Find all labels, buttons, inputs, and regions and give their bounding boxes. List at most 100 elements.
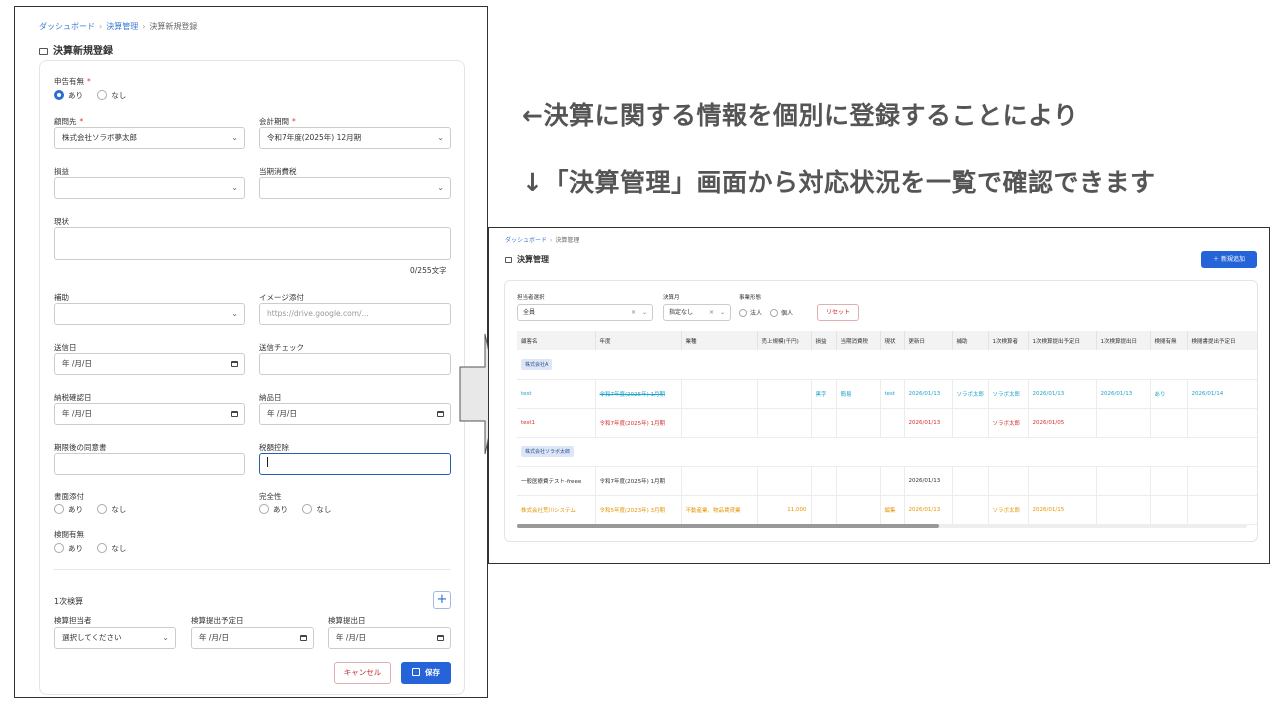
radio-empty-icon[interactable]	[97, 504, 108, 514]
save-button[interactable]: 保存	[401, 662, 451, 684]
shinkoku-option-no[interactable]: なし	[97, 90, 126, 100]
table-row[interactable]: test 令和7年度(2025年) 1月期 黒字 簡易 test 2026/01/13 ソラ…	[517, 379, 1257, 409]
soshin-check-label: 送信チェック	[259, 343, 304, 352]
nozei-date-input[interactable]: 年 /月/日	[54, 403, 245, 425]
soshin-check-input[interactable]	[259, 353, 451, 375]
cancel-button[interactable]: キャンセル	[334, 662, 391, 684]
kenetsu-option-no[interactable]: なし	[97, 543, 126, 553]
column-header[interactable]: 売上規模(千円)	[757, 331, 812, 350]
radio-empty-icon[interactable]	[97, 90, 108, 100]
soshin-date-input[interactable]: 年 /月/日	[54, 353, 245, 375]
caption-line-2: ↓「決算管理」画面から対応状況を一覧で確認できます	[522, 168, 1156, 197]
radio-empty-icon[interactable]	[54, 543, 64, 553]
chevron-down-icon: ⌄	[231, 183, 238, 192]
chevron-down-icon: ⌄	[437, 133, 444, 142]
kensan-yotei-label: 検算提出予定日	[191, 616, 244, 625]
column-header[interactable]: 1次検算者	[988, 331, 1029, 350]
filter-kessanzuki-select[interactable]: 指定なし × ⌄	[663, 304, 731, 321]
table-cell	[1150, 495, 1188, 525]
jigyo-option-hojin[interactable]: 法人	[739, 309, 762, 317]
hojo-select[interactable]: ⌄	[54, 303, 245, 325]
column-header[interactable]: 検閲有無	[1150, 331, 1188, 350]
genjo-textarea[interactable]	[54, 227, 451, 260]
table-cell	[880, 408, 905, 438]
column-header[interactable]: 業種	[681, 331, 758, 350]
clear-icon[interactable]: ×	[631, 305, 636, 320]
period-select[interactable]: 令和7年度(2025年) 12月期 ⌄	[259, 127, 451, 149]
kensan-tanto-select[interactable]: 選択してください ⌄	[54, 627, 176, 649]
table-cell: test	[517, 379, 596, 409]
filter-kessanzuki-label: 決算月	[663, 295, 680, 301]
kanzen-option-no[interactable]: なし	[302, 504, 331, 514]
column-header[interactable]: 当期消費税	[836, 331, 881, 350]
nohin-date-input[interactable]: 年 /月/日	[259, 403, 451, 425]
breadcrumb: ダッシュボード › 決算管理	[505, 237, 580, 244]
column-header[interactable]: 現状	[880, 331, 905, 350]
jigyo-option-kojin[interactable]: 個人	[769, 309, 793, 317]
text-caret	[267, 457, 268, 467]
kensan-teishutsu-label: 検算提出日	[328, 616, 366, 625]
table-cell	[836, 495, 881, 525]
monitor-icon	[39, 48, 48, 55]
radio-empty-icon[interactable]	[739, 309, 747, 317]
table-cell: 一般医療費テスト-freee	[517, 466, 596, 496]
table-cell: 簡易	[836, 379, 881, 409]
filter-jigyo-label: 事業形態	[739, 295, 762, 301]
column-header[interactable]: 1次検算提出予定日	[1028, 331, 1097, 350]
shomen-option-yes[interactable]: あり	[54, 504, 83, 514]
table-row[interactable]: 株式会社荒川システム 令和5年度(2023年) 3月期 不動産業、物品賃貸業 11,0…	[517, 495, 1257, 525]
breadcrumb-dashboard[interactable]: ダッシュボード	[505, 237, 547, 244]
shinkoku-option-yes[interactable]: あり	[54, 90, 83, 100]
column-header[interactable]: 補助	[952, 331, 989, 350]
radio-checked-icon[interactable]	[54, 90, 64, 100]
shomen-option-no[interactable]: なし	[97, 504, 126, 514]
kensan-yotei-input[interactable]: 年 /月/日	[191, 627, 314, 649]
shinkoku-radios: あり なし	[54, 90, 138, 101]
reset-button[interactable]: リセット	[817, 304, 859, 321]
table-cell	[757, 408, 812, 438]
radio-empty-icon[interactable]	[259, 504, 269, 514]
section-divider	[54, 569, 450, 570]
add-kensan-button[interactable]: +	[433, 591, 451, 609]
radio-empty-icon[interactable]	[97, 543, 108, 553]
soneki-select[interactable]: ⌄	[54, 177, 245, 199]
table-row[interactable]: test1 令和7年度(2025年) 1月期 2026/01/13 ソラボ太郎 2026…	[517, 408, 1257, 438]
shohizei-select[interactable]: ⌄	[259, 177, 451, 199]
table-row[interactable]: 一般医療費テスト-freee 令和7年度(2025年) 1月期 2026/01/13	[517, 466, 1257, 496]
calendar-icon[interactable]	[231, 361, 238, 367]
zeigaku-input[interactable]	[259, 453, 451, 475]
column-header[interactable]: 顧客名	[517, 331, 596, 350]
calendar-icon[interactable]	[437, 411, 444, 417]
column-header[interactable]: 更新日	[904, 331, 953, 350]
save-icon	[412, 668, 420, 676]
radio-empty-icon[interactable]	[302, 504, 313, 514]
scrollbar-thumb[interactable]	[517, 524, 939, 528]
horizontal-scrollbar[interactable]	[517, 524, 1247, 528]
kenetsu-option-yes[interactable]: あり	[54, 543, 83, 553]
filter-tanto-select[interactable]: 全員 × ⌄	[517, 304, 653, 321]
calendar-icon[interactable]	[300, 635, 307, 641]
new-button[interactable]: ＋ 新規追加	[1201, 251, 1257, 268]
client-select[interactable]: 株式会社ソラボ夢太郎 ⌄	[54, 127, 245, 149]
column-header[interactable]: 損益	[811, 331, 837, 350]
clear-icon[interactable]: ×	[709, 305, 714, 320]
radio-empty-icon[interactable]	[769, 309, 778, 317]
column-header[interactable]: 検閲書提出予定日	[1187, 331, 1257, 350]
table-cell	[757, 379, 812, 409]
image-url-input[interactable]: https://drive.google.com/...	[259, 303, 451, 325]
calendar-icon[interactable]	[231, 411, 238, 417]
kensan-teishutsu-input[interactable]: 年 /月/日	[328, 627, 451, 649]
breadcrumb-dashboard[interactable]: ダッシュボード	[39, 22, 95, 31]
radio-empty-icon[interactable]	[54, 504, 64, 514]
breadcrumb-kessan[interactable]: 決算管理	[106, 22, 138, 31]
soshin-date-label: 送信日	[54, 343, 77, 352]
column-header[interactable]: 年度	[595, 331, 682, 350]
table-cell: 令和7年度(2025年) 1月期	[595, 408, 682, 438]
kanzen-option-yes[interactable]: あり	[259, 504, 288, 514]
table-cell: 11,000	[757, 495, 812, 525]
kigengo-input[interactable]	[54, 453, 245, 475]
calendar-icon[interactable]	[437, 635, 444, 641]
column-header[interactable]: 1次検算提出日	[1096, 331, 1151, 350]
table-cell: 2026/01/15	[1028, 495, 1097, 525]
chevron-down-icon: ⌄	[437, 183, 444, 192]
